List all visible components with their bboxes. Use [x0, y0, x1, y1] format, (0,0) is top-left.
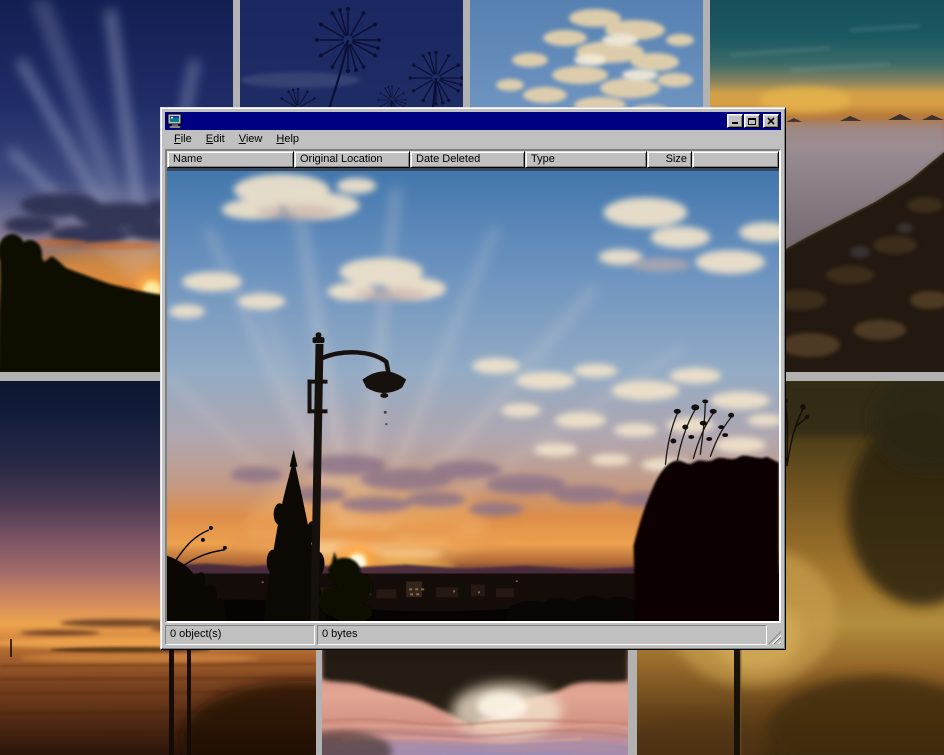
menu-view[interactable]: View — [232, 131, 270, 148]
menu-edit[interactable]: Edit — [199, 131, 232, 148]
column-header-blank — [692, 151, 779, 168]
maximize-icon — [748, 118, 756, 125]
system-menu-icon[interactable] — [167, 113, 183, 129]
titlebar[interactable] — [165, 112, 781, 130]
desktop: File Edit View Help Name Original Locati… — [0, 0, 944, 755]
recycle-bin-window: File Edit View Help Name Original Locati… — [160, 107, 786, 650]
close-button[interactable] — [763, 114, 779, 128]
column-header-size[interactable]: Size — [647, 151, 692, 168]
column-header-date-deleted[interactable]: Date Deleted — [410, 151, 525, 168]
file-list-view: Name Original Location Date Deleted Type… — [165, 149, 781, 623]
minimize-icon — [732, 122, 738, 124]
list-content-area[interactable] — [167, 168, 779, 621]
status-bar: 0 object(s) 0 bytes — [165, 625, 781, 645]
column-header-original-location[interactable]: Original Location — [294, 151, 410, 168]
sunset-lamp-photo — [167, 168, 779, 621]
status-object-count: 0 object(s) — [165, 625, 315, 645]
status-size: 0 bytes — [317, 625, 767, 645]
close-icon — [767, 117, 775, 125]
column-header-name[interactable]: Name — [167, 151, 294, 168]
column-header-row: Name Original Location Date Deleted Type… — [167, 151, 779, 168]
menu-file[interactable]: File — [167, 131, 199, 148]
minimize-button[interactable] — [727, 114, 743, 128]
maximize-button[interactable] — [744, 114, 760, 128]
column-header-type[interactable]: Type — [525, 151, 647, 168]
menu-bar: File Edit View Help — [165, 130, 781, 149]
menu-help[interactable]: Help — [269, 131, 306, 148]
resize-grip-icon[interactable] — [768, 631, 781, 644]
